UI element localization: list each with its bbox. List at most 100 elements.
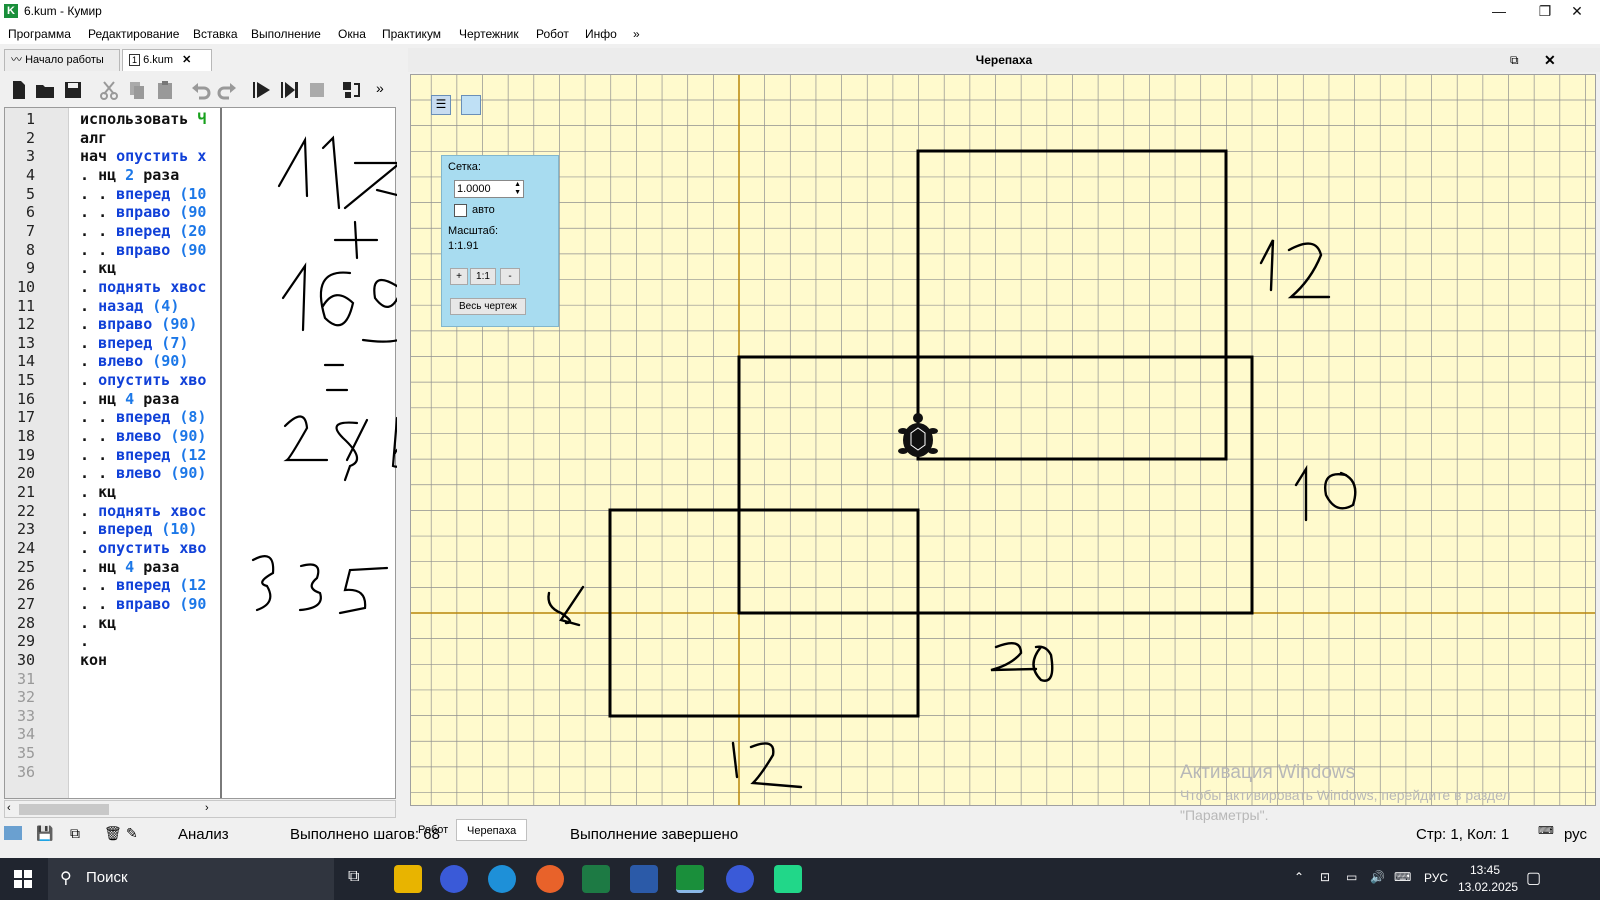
hand-digit-7 xyxy=(343,161,397,210)
auto-checkbox[interactable] xyxy=(454,204,467,217)
spinner-icon[interactable]: ▲ ▼ xyxy=(514,181,521,197)
menu-toggle-icon[interactable]: ☰ xyxy=(431,95,451,115)
tray-network-icon[interactable]: ⊡ xyxy=(1320,870,1330,884)
clock-time[interactable]: 13:45 xyxy=(1470,863,1500,877)
clock-date[interactable]: 13.02.2025 xyxy=(1458,880,1518,894)
zoom-out-button[interactable]: - xyxy=(500,268,520,285)
menu-more[interactable]: » xyxy=(633,27,640,41)
close-window-button[interactable]: ✕ xyxy=(1554,0,1600,22)
execution-state: Выполнение завершено xyxy=(570,826,739,843)
windows-taskbar: ⚲ Поиск ⧉ ⌃ ⊡ ▭ 🔊 ⌨ РУС 13:45 13.02.2025… xyxy=(0,858,1600,900)
cut-icon[interactable] xyxy=(98,79,120,101)
hand-digit-1b xyxy=(321,135,341,210)
menu-drawer[interactable]: Чертежник xyxy=(459,27,519,41)
pycharm-icon[interactable] xyxy=(774,865,802,893)
robot-tool-icon[interactable] xyxy=(340,79,362,101)
scale-value: 1:1.91 xyxy=(448,240,479,252)
clear-output-icon[interactable]: 🗑 xyxy=(104,825,122,842)
stop-icon[interactable] xyxy=(306,79,328,101)
cursor-position: Стр: 1, Кол: 1 xyxy=(1416,826,1510,843)
menu-program[interactable]: Программа xyxy=(8,27,71,41)
tray-volume-icon[interactable]: 🔊 xyxy=(1370,870,1385,884)
redo-icon[interactable] xyxy=(216,79,238,101)
windows-start-icon[interactable] xyxy=(14,870,32,888)
step-run-icon[interactable] xyxy=(278,79,300,101)
minimize-button[interactable]: — xyxy=(1476,0,1522,22)
menu-info[interactable]: Инфо xyxy=(585,27,617,41)
menu-bar: Программа Редактирование Вставка Выполне… xyxy=(0,24,1600,44)
save-icon[interactable] xyxy=(62,79,84,101)
tray-wifi-icon[interactable]: ▭ xyxy=(1346,870,1357,884)
turtle-canvas[interactable]: ☰ Сетка: 1.0000 ▲ ▼ авто Масштаб: 1:1.91 … xyxy=(410,74,1596,806)
hand-digit-1 xyxy=(277,136,309,198)
mode-label: Анализ xyxy=(178,826,229,843)
hand-12-right-1 xyxy=(1259,239,1275,292)
editor-toolbar: » xyxy=(4,76,398,106)
tray-keyboard-icon[interactable]: ⌨ xyxy=(1394,870,1411,884)
float-window-icon[interactable]: ⧉ xyxy=(1510,53,1519,68)
open-folder-icon[interactable] xyxy=(34,79,56,101)
document-icon: 1 xyxy=(129,54,141,66)
editor-horizontal-scrollbar[interactable]: ‹ › xyxy=(4,800,396,818)
menu-robot[interactable]: Робот xyxy=(536,27,569,41)
menu-practicum[interactable]: Практикум xyxy=(382,27,441,41)
run-icon[interactable] xyxy=(250,79,272,101)
status-bar: 💾 ⧉ 🗑 ✎ Анализ Выполнено шагов: 68 Выпол… xyxy=(0,820,1600,850)
yandex-taskbar-icon[interactable] xyxy=(726,865,754,893)
tray-chevron-icon[interactable]: ⌃ xyxy=(1294,870,1304,884)
zoom-in-button[interactable]: + xyxy=(450,268,468,285)
taskbar-search[interactable]: ⚲ Поиск xyxy=(48,858,334,900)
kumir-taskbar-icon[interactable] xyxy=(676,865,704,893)
grid-label: Сетка: xyxy=(448,161,481,173)
edit-icon[interactable]: ✎ xyxy=(126,825,138,842)
grid-step-value: 1.0000 xyxy=(457,183,491,195)
steps-counter: Выполнено шагов: 68 xyxy=(290,826,440,843)
tab-start-label: Начало работы xyxy=(25,54,104,66)
scroll-thumb[interactable] xyxy=(19,804,109,815)
word-icon[interactable] xyxy=(630,865,658,893)
save-output-icon[interactable]: 💾 xyxy=(36,825,53,842)
toolbar-more[interactable]: » xyxy=(376,80,384,96)
hand-8 xyxy=(547,585,585,627)
hand-10-0 xyxy=(1324,471,1357,510)
fit-drawing-button[interactable]: Весь чертеж xyxy=(450,298,526,315)
notifications-icon[interactable]: ▢ xyxy=(1526,868,1541,888)
close-turtle-button[interactable]: ✕ xyxy=(1544,52,1556,69)
copy-icon[interactable] xyxy=(126,79,148,101)
tab-start[interactable]: 〰 Начало работы xyxy=(4,49,120,71)
tab-6kum[interactable]: 1 6.kum ✕ xyxy=(122,49,212,71)
console-icon[interactable] xyxy=(4,826,22,840)
undo-icon[interactable] xyxy=(190,79,212,101)
file-explorer-icon[interactable] xyxy=(394,865,422,893)
title-bar: K 6.kum - Кумир — ❐ ✕ xyxy=(0,0,1600,24)
zoom-reset-button[interactable]: 1:1 xyxy=(470,268,496,285)
scroll-right-arrow[interactable]: › xyxy=(205,802,209,814)
turtle-window: Черепаха ⧉ ✕ ☰ Сетка: 1.0000 ▲ ▼ авто Ма… xyxy=(408,48,1600,816)
excel-icon[interactable] xyxy=(582,865,610,893)
scale-label: Масштаб: xyxy=(448,225,499,237)
auto-label: авто xyxy=(472,204,495,216)
menu-insert[interactable]: Вставка xyxy=(193,27,238,41)
menu-windows[interactable]: Окна xyxy=(338,27,366,41)
close-tab-icon[interactable]: ✕ xyxy=(182,54,191,66)
new-file-icon[interactable] xyxy=(8,79,30,101)
paste-icon[interactable] xyxy=(154,79,176,101)
yandex-browser-icon[interactable] xyxy=(440,865,468,893)
grid-step-input[interactable]: 1.0000 ▲ ▼ xyxy=(454,180,524,198)
kumir-app-icon: K xyxy=(4,4,18,18)
tray-language[interactable]: РУС xyxy=(1424,871,1448,885)
code-editor[interactable]: 1 2 3 4 5 6 7 8 9 10 11 12 13 14 15 16 17 18 19 20 21 22 23 24 2… xyxy=(4,107,397,799)
hand-10-1 xyxy=(1294,464,1308,522)
search-placeholder: Поиск xyxy=(86,869,128,886)
hand-20-0 xyxy=(1032,645,1054,682)
edge-icon[interactable] xyxy=(488,865,516,893)
scroll-left-arrow[interactable]: ‹ xyxy=(7,802,11,814)
firefox-icon[interactable] xyxy=(536,865,564,893)
turtle-drawing xyxy=(411,75,1595,805)
hand-335-3b xyxy=(298,563,322,612)
task-view-icon[interactable]: ⧉ xyxy=(348,868,359,886)
copy-output-icon[interactable]: ⧉ xyxy=(70,825,80,842)
panel-toggle-icon[interactable] xyxy=(461,95,481,115)
menu-edit[interactable]: Редактирование xyxy=(88,27,179,41)
menu-run[interactable]: Выполнение xyxy=(251,27,321,41)
